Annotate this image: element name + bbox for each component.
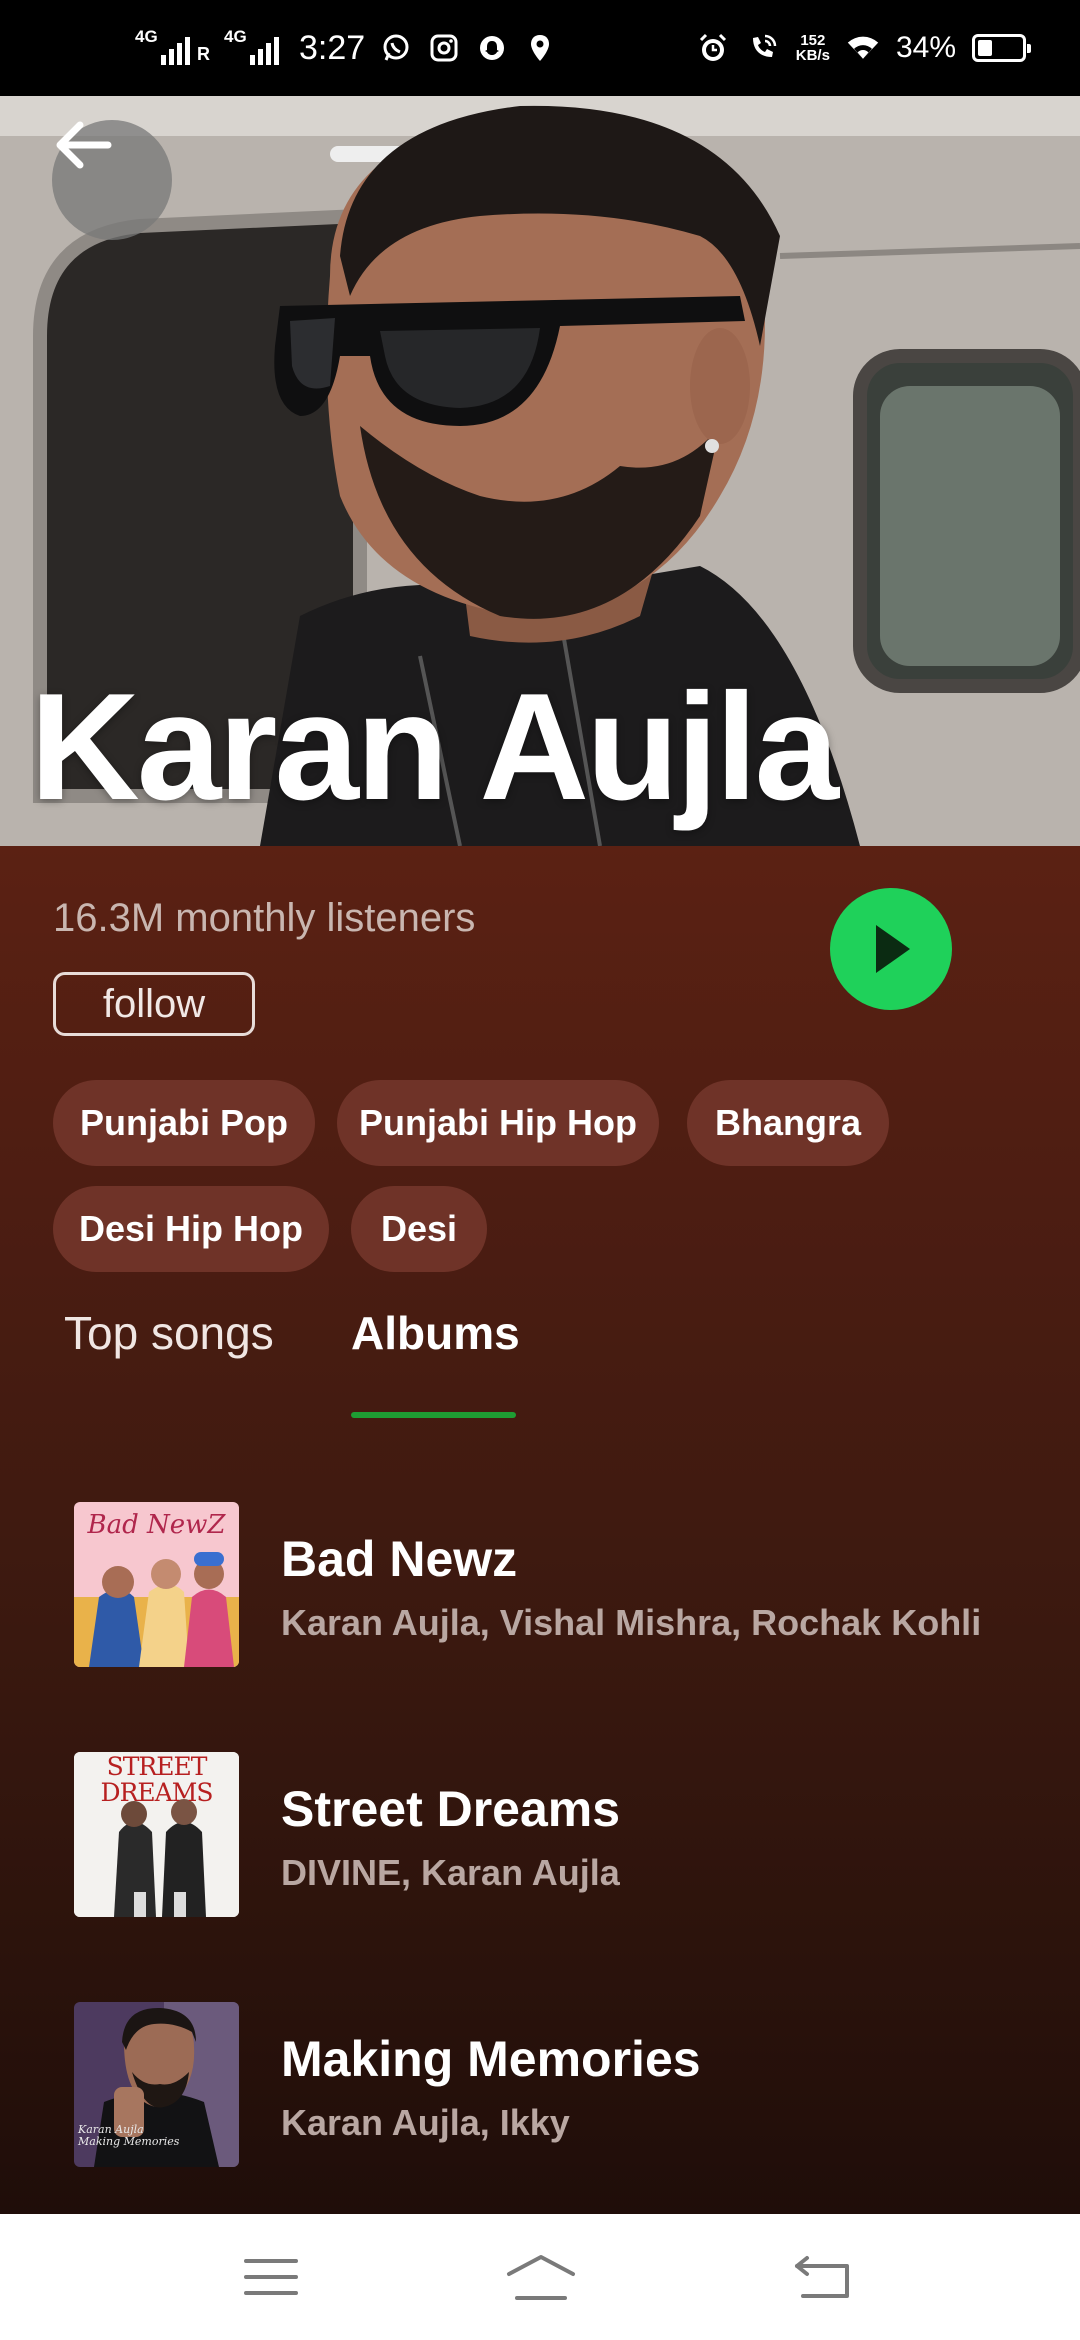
genre-chip[interactable]: Desi <box>351 1186 487 1272</box>
genre-chip[interactable]: Desi Hip Hop <box>53 1186 329 1272</box>
maps-pin-icon <box>523 31 557 65</box>
network-speed: 152 KB/s <box>796 33 830 63</box>
back-button[interactable] <box>52 120 172 240</box>
album-cover: Karan Aujla Making Memories <box>74 2002 239 2167</box>
album-cover: STREET DREAMS <box>74 1752 239 1917</box>
wifi-calling-icon <box>746 31 780 65</box>
network-type-label: 4G <box>135 27 158 46</box>
battery-fill <box>978 40 993 56</box>
album-item[interactable]: STREET DREAMS Street Dreams DIVINE, Kara… <box>74 1752 1034 1918</box>
active-tab-indicator <box>351 1412 516 1418</box>
album-artists: Karan Aujla, Vishal Mishra, Rochak Kohli <box>281 1602 982 1643</box>
status-left: 4G R 4G 3:27 <box>135 0 557 96</box>
album-cover-text: STREET DREAMS <box>100 1752 214 1807</box>
album-cover-text: Bad NewZ <box>87 1510 226 1540</box>
tab-albums[interactable]: Albums <box>351 1306 520 1360</box>
signal-sim1-icon: 4G R <box>135 27 210 65</box>
signal-sim2-icon: 4G <box>224 27 279 65</box>
album-cover-text: Karan Aujla Making Memories <box>78 2123 180 2148</box>
album-cover: Bad NewZ <box>74 1502 239 1667</box>
genre-chip[interactable]: Bhangra <box>687 1080 889 1166</box>
content-tabs: Top songs Albums <box>0 1306 1080 1418</box>
tab-top-songs[interactable]: Top songs <box>64 1306 274 1360</box>
back-nav-button[interactable] <box>783 2242 863 2312</box>
arrow-left-icon <box>56 121 112 169</box>
album-title: Bad Newz <box>281 1531 518 1587</box>
play-button[interactable] <box>830 888 952 1010</box>
monthly-listeners: 16.3M monthly listeners <box>53 896 476 940</box>
artist-hero-image: Karan Aujla <box>0 96 1080 846</box>
artist-name: Karan Aujla <box>30 662 839 832</box>
home-button[interactable] <box>501 2242 581 2312</box>
system-nav-bar <box>0 2214 1080 2340</box>
home-icon <box>507 2255 575 2300</box>
snapchat-icon <box>475 31 509 65</box>
genre-chip[interactable]: Punjabi Pop <box>53 1080 315 1166</box>
roaming-label: R <box>197 44 210 64</box>
instagram-icon <box>427 31 461 65</box>
album-title: Street Dreams <box>281 1781 621 1837</box>
album-artists: Karan Aujla, Ikky <box>281 2102 570 2143</box>
wifi-icon <box>846 31 880 65</box>
battery-icon <box>972 34 1031 62</box>
speed-value: 152 <box>800 32 826 49</box>
status-right: 152 KB/s 34% <box>696 0 1031 96</box>
follow-button[interactable]: follow <box>53 972 255 1036</box>
play-icon <box>876 925 910 973</box>
network-type-label-2: 4G <box>224 27 247 46</box>
battery-percent: 34% <box>895 31 956 64</box>
back-icon <box>795 2256 849 2298</box>
album-title: Making Memories <box>281 2031 701 2087</box>
album-artists: DIVINE, Karan Aujla <box>281 1852 620 1893</box>
status-bar: 4G R 4G 3:27 152 KB/s 34% <box>0 0 1080 96</box>
genre-chip[interactable]: Punjabi Hip Hop <box>337 1080 659 1166</box>
album-item[interactable]: Karan Aujla Making Memories Making Memor… <box>74 2002 1034 2168</box>
alarm-icon <box>696 31 730 65</box>
speed-unit: KB/s <box>795 47 830 64</box>
clock: 3:27 <box>299 28 366 67</box>
album-item[interactable]: Bad NewZ Bad Newz Karan Aujla, Vishal Mi… <box>74 1502 1034 1668</box>
menu-icon <box>244 2259 298 2295</box>
artist-details: 16.3M monthly listeners follow Punjabi P… <box>0 846 1080 2214</box>
whatsapp-icon <box>379 31 413 65</box>
menu-button[interactable] <box>231 2242 311 2312</box>
